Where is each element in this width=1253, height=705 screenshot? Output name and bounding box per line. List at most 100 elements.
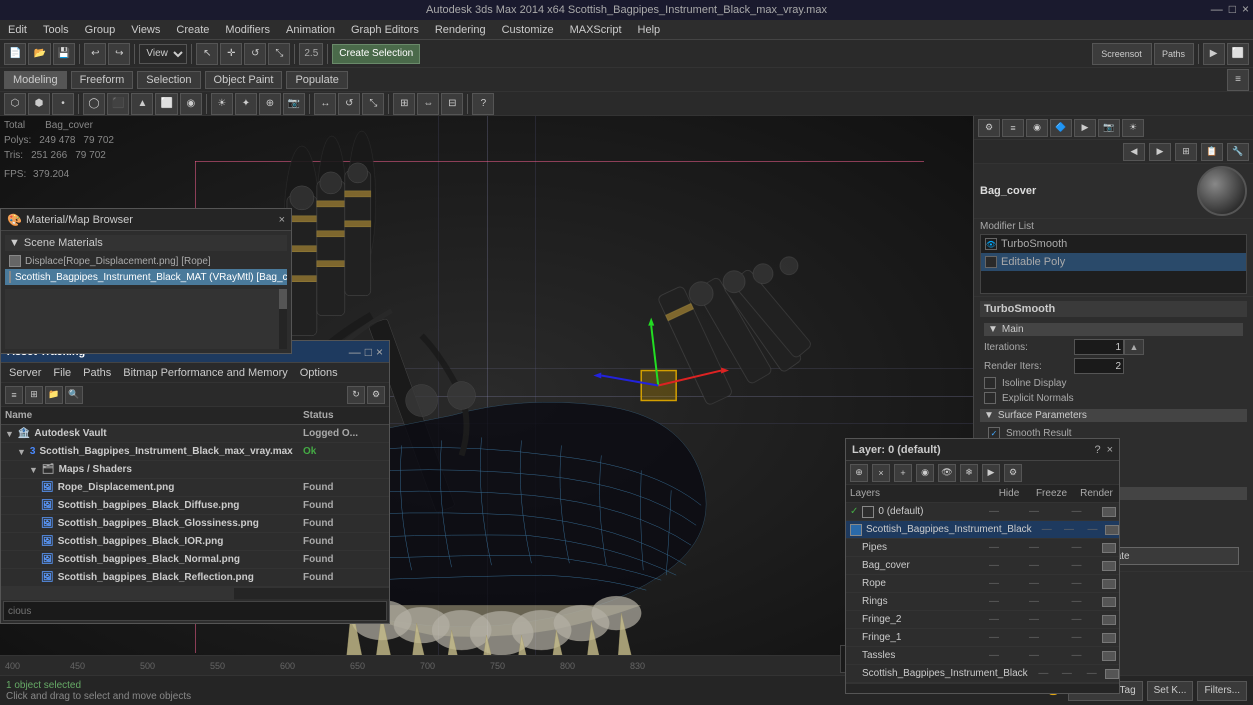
target-btn[interactable]: ⊕ <box>259 93 281 115</box>
mirror-btn[interactable]: ⇔ <box>417 93 439 115</box>
create-selection-btn[interactable]: Create Selection <box>332 44 420 64</box>
new-scene-btn[interactable]: 📄 <box>4 43 26 65</box>
menu-graph-editors[interactable]: Graph Editors <box>343 24 427 36</box>
asset-row-5[interactable]: 🖼 Scottish_bagpipes_Black_Glossiness.png… <box>1 515 389 533</box>
asset-minimize-btn[interactable]: — <box>349 345 361 359</box>
panel-icon-7[interactable]: ☀ <box>1122 119 1144 137</box>
menu-group[interactable]: Group <box>77 24 124 36</box>
open-btn[interactable]: 📂 <box>28 43 50 65</box>
set-k-btn[interactable]: Set K... <box>1147 681 1194 701</box>
panel-icon-nav4[interactable]: 📋 <box>1201 143 1223 161</box>
layer-row-3[interactable]: Bag_cover — — — <box>846 557 1119 575</box>
rotate-icon-btn[interactable]: ↺ <box>338 93 360 115</box>
filters-btn[interactable]: Filters... <box>1197 681 1247 701</box>
modifier-turbosmoooth[interactable]: 👁 TurboSmooth <box>981 235 1246 253</box>
array-btn[interactable]: ⊟ <box>441 93 463 115</box>
box-btn[interactable]: ⬛ <box>107 93 129 115</box>
asset-row-3[interactable]: 🖼 Rope_Displacement.png Found <box>1 479 389 497</box>
layer-row-6[interactable]: Fringe_2 — — — <box>846 611 1119 629</box>
asset-tb-settings[interactable]: ⚙ <box>367 386 385 404</box>
maximize-btn[interactable]: □ <box>1229 2 1236 16</box>
edge-icon-btn[interactable]: ⬢ <box>28 93 50 115</box>
panel-icon-nav3[interactable]: ⊞ <box>1175 143 1197 161</box>
move-icon-btn[interactable]: ↔ <box>314 93 336 115</box>
asset-row-4[interactable]: 🖼 Scottish_bagpipes_Black_Diffuse.png Fo… <box>1 497 389 515</box>
menu-create[interactable]: Create <box>168 24 217 36</box>
panel-icon-nav2[interactable]: ▶ <box>1149 143 1171 161</box>
cone-btn[interactable]: ▲ <box>131 93 153 115</box>
layer-row-9[interactable]: Scottish_Bagpipes_Instrument_Black — — — <box>846 665 1119 683</box>
mat-scrollbar-thumb[interactable] <box>279 289 287 309</box>
asset-tb-2[interactable]: ⊞ <box>25 386 43 404</box>
layer-row-4[interactable]: Rope — — — <box>846 575 1119 593</box>
ts-iterations-up[interactable]: ▲ <box>1124 339 1144 355</box>
asset-menu-bitmap[interactable]: Bitmap Performance and Memory <box>119 367 291 379</box>
layers-tb-setcurrent[interactable]: ⊕ <box>850 464 868 482</box>
panel-icon-3[interactable]: ◉ <box>1026 119 1048 137</box>
screenshot-btn[interactable]: Screensot <box>1092 43 1152 65</box>
scale-btn[interactable]: ⤡ <box>268 43 290 65</box>
ts-isoline-check[interactable] <box>984 377 996 389</box>
light1-btn[interactable]: ☀ <box>211 93 233 115</box>
asset-menu-file[interactable]: File <box>49 367 75 379</box>
vertex-icon-btn[interactable]: • <box>52 93 74 115</box>
ts-surface-rollout[interactable]: ▼ Surface Parameters <box>980 409 1247 422</box>
scale-icon-btn[interactable]: ⤡ <box>362 93 384 115</box>
menu-tools[interactable]: Tools <box>35 24 77 36</box>
layers-tb-options[interactable]: ⚙ <box>1004 464 1022 482</box>
tab-freeform[interactable]: Freeform <box>71 71 134 89</box>
menu-help[interactable]: Help <box>630 24 669 36</box>
asset-row-2[interactable]: ▼ 🗂 Maps / Shaders <box>1 461 389 479</box>
mat-scrollbar[interactable] <box>279 289 287 349</box>
layers-tb-hide[interactable]: 👁 <box>938 464 956 482</box>
ts-iterations-input[interactable]: 1 <box>1074 339 1124 355</box>
layers-tb-add[interactable]: + <box>894 464 912 482</box>
layer-row-2[interactable]: Pipes — — — <box>846 539 1119 557</box>
tab-options-btn[interactable]: ≡ <box>1227 69 1249 91</box>
mat-item-rope[interactable]: Displace[Rope_Displacement.png] [Rope] <box>5 253 287 269</box>
layers-close-btn[interactable]: × <box>1107 444 1113 456</box>
modifier-editablepoly[interactable]: Editable Poly <box>981 253 1246 271</box>
asset-row-6[interactable]: 🖼 Scottish_bagpipes_Black_IOR.png Found <box>1 533 389 551</box>
menu-rendering[interactable]: Rendering <box>427 24 494 36</box>
asset-menu-server[interactable]: Server <box>5 367 45 379</box>
panel-icon-1[interactable]: ⚙ <box>978 119 1000 137</box>
mat-browser-close-btn[interactable]: × <box>279 214 285 226</box>
menu-views[interactable]: Views <box>123 24 168 36</box>
poly-icon-btn[interactable]: ⬡ <box>4 93 26 115</box>
torus-btn[interactable]: ◉ <box>180 93 202 115</box>
menu-customize[interactable]: Customize <box>494 24 562 36</box>
redo-btn[interactable]: ↪ <box>108 43 130 65</box>
layer-row-5[interactable]: Rings — — — <box>846 593 1119 611</box>
render-frame-btn[interactable]: ⬜ <box>1227 43 1249 65</box>
help-icon-btn[interactable]: ? <box>472 93 494 115</box>
panel-icon-nav1[interactable]: ◀ <box>1123 143 1145 161</box>
minimize-btn[interactable]: — <box>1211 2 1223 16</box>
tab-selection[interactable]: Selection <box>137 71 200 89</box>
rotate-btn[interactable]: ↺ <box>244 43 266 65</box>
layer-row-1[interactable]: Scottish_Bagpipes_Instrument_Black — — — <box>846 521 1119 539</box>
asset-close-btn[interactable]: × <box>376 345 383 359</box>
layers-tb-render[interactable]: ▶ <box>982 464 1000 482</box>
ts-header[interactable]: TurboSmooth <box>980 301 1247 317</box>
editablepoly-eye[interactable] <box>985 256 997 268</box>
asset-tb-refresh[interactable]: ↻ <box>347 386 365 404</box>
paths-btn[interactable]: Paths <box>1154 43 1194 65</box>
undo-btn[interactable]: ↩ <box>84 43 106 65</box>
menu-maxscript[interactable]: MAXScript <box>562 24 630 36</box>
asset-tb-1[interactable]: ≡ <box>5 386 23 404</box>
ts-explicit-check[interactable] <box>984 392 996 404</box>
panel-icon-2[interactable]: ≡ <box>1002 119 1024 137</box>
asset-horizontal-scrollbar[interactable] <box>1 587 389 599</box>
menu-animation[interactable]: Animation <box>278 24 343 36</box>
panel-icon-5[interactable]: ▶ <box>1074 119 1096 137</box>
select-btn[interactable]: ↖ <box>196 43 218 65</box>
asset-scrollbar-thumb[interactable] <box>1 588 234 600</box>
asset-row-1[interactable]: ▼ 3 Scottish_Bagpipes_Instrument_Black_m… <box>1 443 389 461</box>
layer-row-7[interactable]: Fringe_1 — — — <box>846 629 1119 647</box>
asset-menu-options[interactable]: Options <box>296 367 342 379</box>
panel-icon-6[interactable]: 📷 <box>1098 119 1120 137</box>
layer-row-8[interactable]: Tassles — — — <box>846 647 1119 665</box>
tab-modeling[interactable]: Modeling <box>4 71 67 89</box>
ts-main-rollout[interactable]: ▼ Main <box>984 323 1243 336</box>
